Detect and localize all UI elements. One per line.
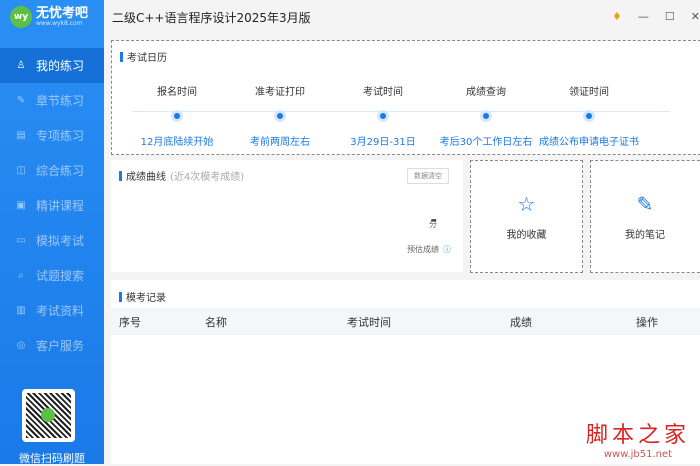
sidebar-item-materials[interactable]: ▥ 考试资料 xyxy=(0,293,104,328)
calendar-step: 考试时间 3月29日-31日 xyxy=(350,87,416,148)
logo-url: www.wyk8.com xyxy=(36,20,83,27)
star-bookmark-icon: ☆ xyxy=(517,192,536,216)
sidebar-item-comprehensive[interactable]: ◫ 综合练习 xyxy=(0,153,104,188)
column-header: 成绩 xyxy=(510,308,636,335)
sidebar-item-search[interactable]: ⌕ 试题搜索 xyxy=(0,258,104,293)
user-icon: ♙ xyxy=(16,60,26,71)
section-marker xyxy=(119,291,122,302)
wechat-icon xyxy=(41,408,55,422)
book-icon: ▣ xyxy=(16,200,26,211)
sidebar-item-label: 模拟考试 xyxy=(36,234,85,248)
calendar-step: 报名时间 12月底陆续开始 xyxy=(140,87,214,148)
card-label: 我的笔记 xyxy=(625,230,665,241)
sidebar: wy 无忧考吧 www.wyk8.com ♙ 我的练习 ✎ 章节练习 ▤ 专项练习 ◫ 综… xyxy=(0,0,104,465)
sidebar-item-course[interactable]: ▣ 精讲课程 xyxy=(0,188,104,223)
exam-calendar: 考试日历 报名时间 12月底陆续开始 准考证打印 考前两周左右 考试时间 3月29日-… xyxy=(111,40,700,155)
monitor-icon: ▭ xyxy=(16,235,26,246)
sidebar-item-label: 考试资料 xyxy=(36,304,85,318)
sidebar-item-label: 专项练习 xyxy=(36,129,85,143)
timeline-dot xyxy=(483,113,489,119)
logo-name: 无忧考吧 xyxy=(36,6,89,21)
logo-icon: wy xyxy=(10,6,32,28)
sidebar-item-label: 精讲课程 xyxy=(36,199,85,213)
column-header: 考试时间 xyxy=(347,308,510,335)
timeline-dot xyxy=(380,113,386,119)
pencil-icon: ✎ xyxy=(16,95,26,106)
document-icon: ▤ xyxy=(16,130,26,141)
skin-icon[interactable]: ♦ xyxy=(612,10,622,23)
column-header: 操作 xyxy=(636,308,700,335)
calendar-step: 准考证打印 考前两周左右 xyxy=(250,87,310,148)
sidebar-item-label: 我的练习 xyxy=(36,59,85,73)
timeline-dot xyxy=(277,113,283,119)
layers-icon: ◫ xyxy=(16,165,26,176)
section-marker xyxy=(119,170,122,181)
help-icon[interactable]: ⓘ xyxy=(443,244,451,255)
sidebar-item-label: 章节练习 xyxy=(36,94,85,108)
timeline-dot xyxy=(174,113,180,119)
title-bar: 二级C++语言程序设计2025年3月版 ♦ — ☐ ✕ xyxy=(104,0,700,34)
sidebar-item-mock-exam[interactable]: ▭ 模拟考试 xyxy=(0,223,104,258)
close-button[interactable]: ✕ xyxy=(691,10,700,23)
timeline-dot xyxy=(586,113,592,119)
sidebar-item-my-practice[interactable]: ♙ 我的练习 xyxy=(0,48,104,83)
estimate-label: 预估成绩 xyxy=(407,245,439,254)
search-icon: ⌕ xyxy=(18,270,24,281)
watermark: 脚本之家 www.jb51.net xyxy=(585,423,690,460)
sidebar-item-chapter[interactable]: ✎ 章节练习 xyxy=(0,83,104,118)
records-table: 序号 名称 考试时间 成绩 操作 xyxy=(111,308,700,335)
minimize-button[interactable]: — xyxy=(638,10,649,23)
calendar-step: 成绩查询 考后30个工作日左右 xyxy=(439,87,533,148)
my-favorites-card[interactable]: ☆ 我的收藏 xyxy=(470,160,583,273)
file-icon: ▥ xyxy=(16,305,26,316)
sidebar-item-label: 试题搜索 xyxy=(36,269,85,283)
notebook-icon: ✎ xyxy=(636,192,654,216)
sidebar-item-label: 客户服务 xyxy=(36,339,85,353)
score-unit: 分 xyxy=(429,220,437,229)
section-subtitle: (近4次模考成绩) xyxy=(170,172,245,183)
score-curve-panel: 成绩曲线 (近4次模考成绩) 数据清空 - 分 预估成绩 ⓘ xyxy=(111,160,463,272)
sidebar-nav: ♙ 我的练习 ✎ 章节练习 ▤ 专项练习 ◫ 综合练习 ▣ 精讲课程 ▭ 模拟考试 ⌕ 试题搜… xyxy=(0,48,104,363)
service-icon: ◎ xyxy=(16,340,26,351)
window-title: 二级C++语言程序设计2025年3月版 xyxy=(112,10,311,25)
maximize-button[interactable]: ☐ xyxy=(665,10,675,23)
column-header: 序号 xyxy=(111,308,205,335)
section-title: 成绩曲线 xyxy=(126,172,166,183)
section-marker xyxy=(120,51,123,62)
sidebar-item-service[interactable]: ◎ 客户服务 xyxy=(0,328,104,363)
section-title: 考试日历 xyxy=(127,53,167,64)
clear-data-button[interactable]: 数据清空 xyxy=(407,168,449,184)
section-title: 模考记录 xyxy=(126,293,166,304)
calendar-step: 领证时间 成绩公布申请电子证书 xyxy=(539,87,639,148)
column-header: 名称 xyxy=(205,308,347,335)
my-notes-card[interactable]: ✎ 我的笔记 xyxy=(590,160,700,273)
table-header: 序号 名称 考试时间 成绩 操作 xyxy=(111,308,700,335)
card-label: 我的收藏 xyxy=(506,230,547,241)
logo: wy 无忧考吧 www.wyk8.com xyxy=(10,6,88,28)
sidebar-item-label: 综合练习 xyxy=(36,164,85,178)
qr-code xyxy=(22,389,75,442)
sidebar-item-special[interactable]: ▤ 专项练习 xyxy=(0,118,104,153)
